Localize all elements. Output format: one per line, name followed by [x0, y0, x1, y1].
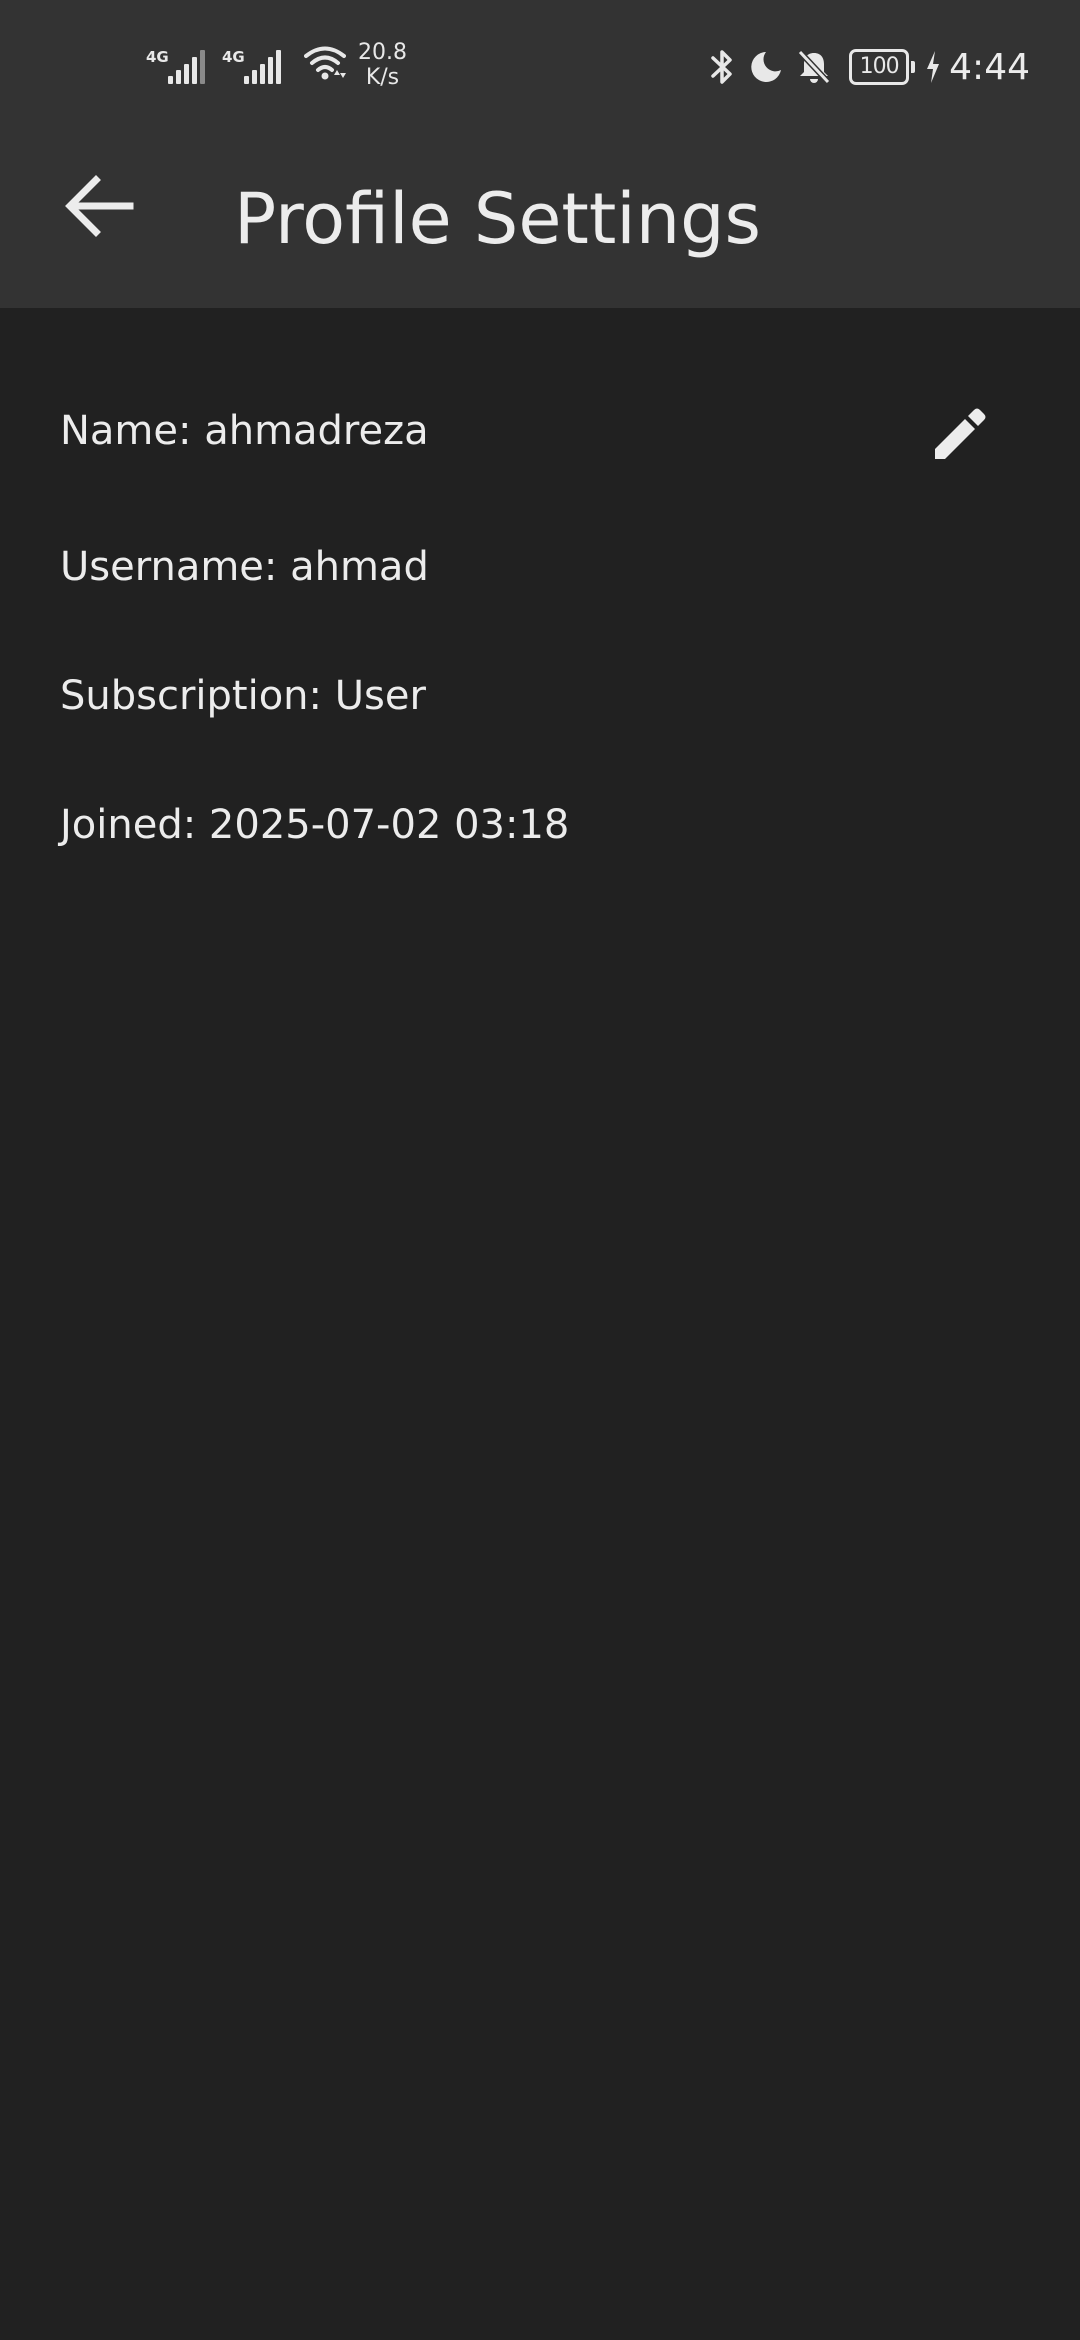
sim2-signal: 4G — [222, 46, 284, 84]
network-speed-unit: K/s — [365, 65, 400, 90]
network-speed: 20.8 K/s — [358, 40, 407, 90]
profile-name: Name: ahmadreza — [60, 408, 429, 454]
sim1-signal: 4G — [146, 46, 208, 84]
charging-icon — [925, 50, 941, 84]
battery-level: 100 — [849, 49, 910, 85]
status-time: 4:44 — [949, 46, 1030, 88]
page-title: Profile Settings — [234, 178, 762, 260]
battery-icon: 100 — [849, 49, 916, 85]
back-button[interactable] — [52, 160, 148, 256]
status-bar-right: 100 4:44 — [695, 40, 1030, 94]
profile-username: Username: ahmad — [60, 544, 429, 590]
sim2-network-label: 4G — [222, 48, 245, 66]
sim1-network-label: 4G — [146, 48, 169, 66]
arrow-left-icon — [64, 170, 136, 246]
edit-name-button[interactable] — [912, 388, 1008, 484]
network-speed-value: 20.8 — [358, 40, 407, 65]
signal-icon — [244, 50, 284, 84]
pencil-icon — [931, 405, 989, 467]
bell-off-icon — [797, 49, 831, 85]
profile-joined: Joined: 2025-07-02 03:18 — [60, 802, 570, 848]
signal-icon — [168, 50, 208, 84]
moon-icon — [749, 50, 783, 84]
wifi-icon — [304, 45, 346, 85]
bluetooth-icon — [709, 48, 735, 86]
status-bar-left: 4G 4G 20.8 K/s — [146, 40, 407, 90]
profile-subscription: Subscription: User — [60, 673, 426, 719]
status-bar: 4G 4G 20.8 K/s 100 4:44 — [0, 0, 1080, 130]
app-bar: Profile Settings — [0, 130, 1080, 308]
